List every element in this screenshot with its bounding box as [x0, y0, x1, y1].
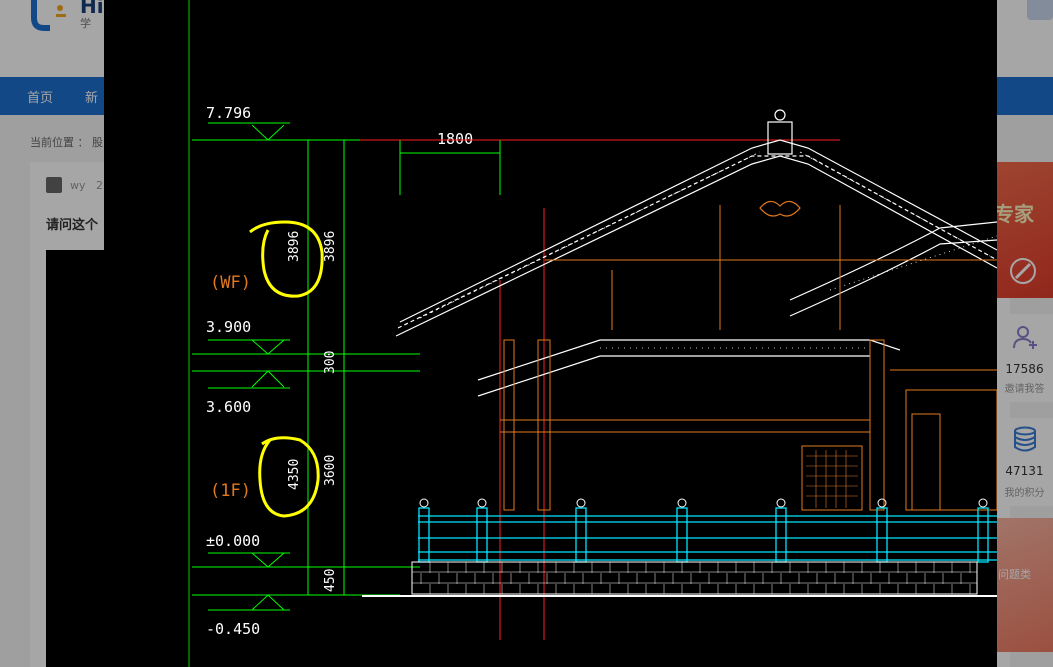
level-l1-label: 3.600 — [206, 398, 251, 416]
level-l2-label: 3.900 — [206, 318, 251, 336]
level-base-label: -0.450 — [206, 620, 260, 638]
dim-circled-lower: 4350 — [287, 459, 302, 490]
dim-upper: 3896 — [323, 231, 338, 262]
dim-bottom: 450 — [323, 569, 338, 592]
cad-image-viewer[interactable]: 7.796 3.900 3.600 ±0.000 -0.450 1800 (WF… — [104, 0, 997, 667]
dim-circled-upper: 3896 — [287, 231, 302, 262]
dim-top-span: 1800 — [437, 130, 473, 148]
dim-lower: 3600 — [323, 455, 338, 486]
level-top-label: 7.796 — [206, 104, 251, 122]
level-ground-label: ±0.000 — [206, 532, 260, 550]
cad-elevation-drawing: 7.796 3.900 3.600 ±0.000 -0.450 1800 (WF… — [188, 0, 997, 667]
dim-mid: 300 — [323, 351, 338, 374]
floor-label-wf: (WF) — [210, 273, 251, 293]
floor-label-1f: (1F) — [210, 481, 251, 501]
